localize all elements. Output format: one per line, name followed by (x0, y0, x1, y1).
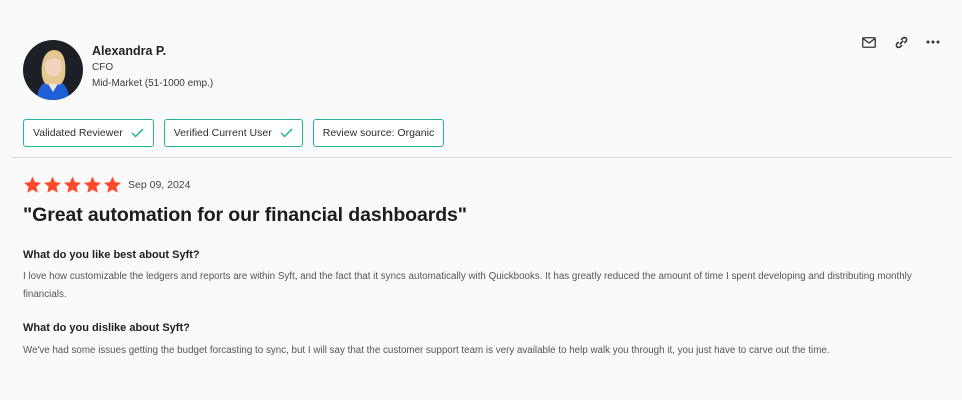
star-icon (104, 176, 121, 193)
star-rating (23, 176, 122, 194)
badge-verified-current-user: Verified Current User (163, 119, 303, 147)
badge-label: Verified Current User (173, 127, 272, 139)
question-likes: What do you like best about Syft? (23, 249, 200, 261)
badge-review-source: Review source: Organic (312, 119, 445, 147)
question-dislikes: What do you dislike about Syft? (23, 322, 190, 334)
badge-label: Review source: Organic (322, 127, 435, 139)
star-icon (44, 176, 61, 193)
star-icon (84, 176, 101, 193)
mail-icon[interactable] (860, 35, 878, 49)
reviewer-badges: Validated Reviewer Verified Current User… (23, 119, 445, 147)
reviewer-segment: Mid-Market (51-1000 emp.) (92, 78, 214, 89)
check-icon (280, 128, 293, 138)
badge-validated-reviewer: Validated Reviewer (23, 119, 154, 147)
review-title: "Great automation for our financial dash… (23, 204, 467, 226)
reviewer-title: CFO (92, 62, 114, 73)
star-icon (24, 176, 41, 193)
review-card: Alexandra P. CFO Mid-Market (51-1000 emp… (0, 0, 962, 400)
link-icon[interactable] (892, 35, 910, 49)
star-icon (64, 176, 81, 193)
badge-label: Validated Reviewer (33, 127, 123, 139)
reviewer-info: Alexandra P. CFO Mid-Market (51-1000 emp… (92, 40, 213, 100)
rating-row: Sep 09, 2024 (23, 176, 190, 194)
answer-dislikes: We've had some issues getting the budget… (23, 345, 830, 356)
header-divider (12, 157, 952, 158)
review-date: Sep 09, 2024 (128, 179, 191, 191)
check-icon (131, 128, 144, 138)
reviewer-avatar[interactable] (23, 40, 83, 100)
reviewer-name[interactable]: Alexandra P. (92, 43, 213, 59)
answer-likes: I love how customizable the ledgers and … (23, 271, 912, 300)
reviewer-header: Alexandra P. CFO Mid-Market (51-1000 emp… (23, 40, 213, 100)
review-actions (860, 35, 942, 49)
more-icon[interactable] (924, 35, 942, 49)
